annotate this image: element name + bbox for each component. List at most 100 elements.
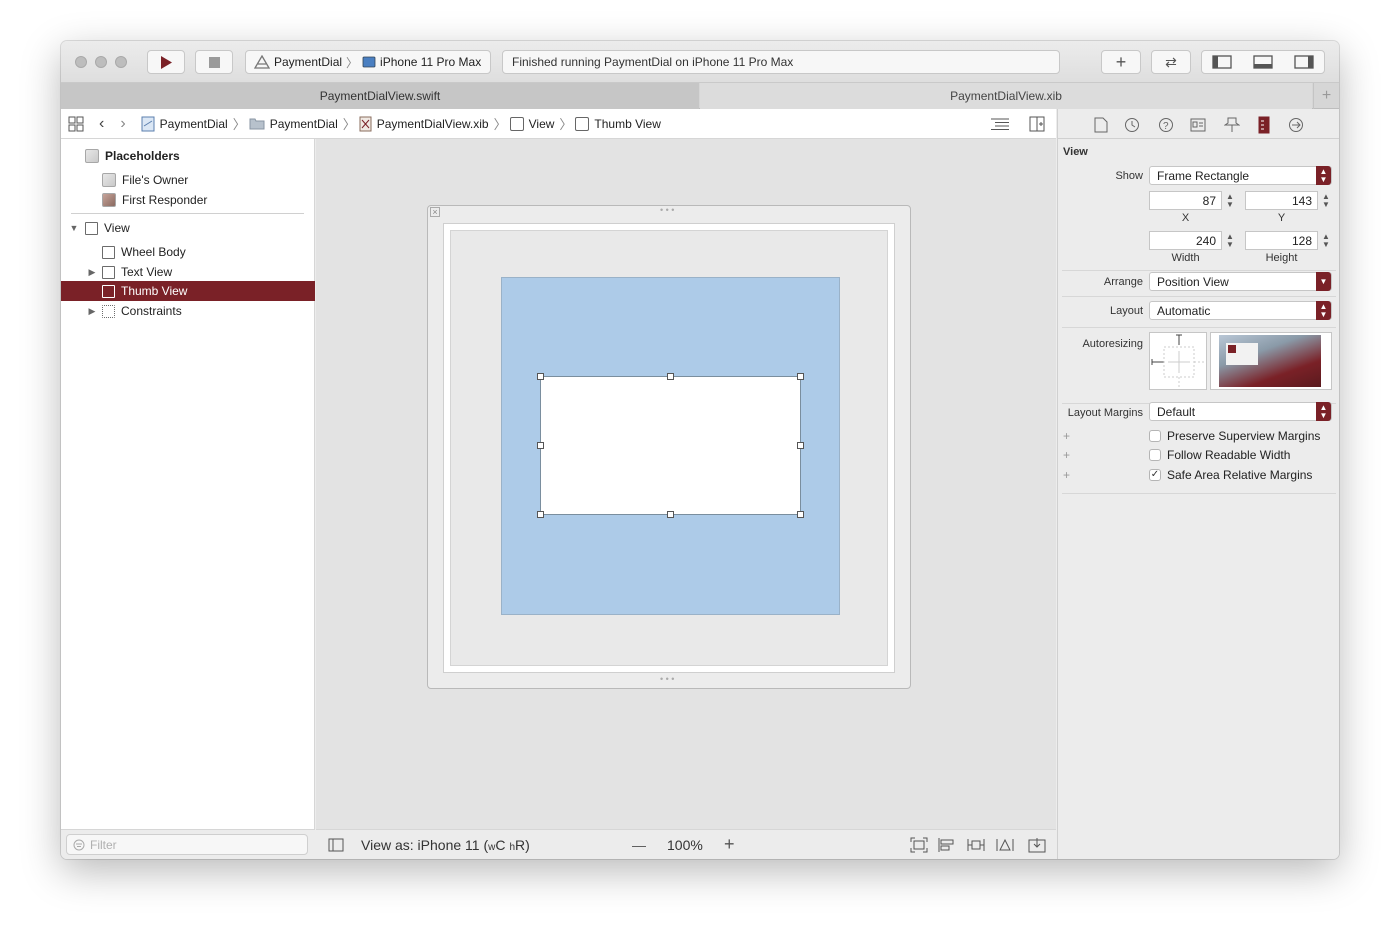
- close-window-button[interactable]: [75, 56, 87, 68]
- filter-field[interactable]: Filter: [66, 834, 308, 855]
- back-arrow-icon[interactable]: ‹: [99, 115, 104, 133]
- resize-handle-bottom-right[interactable]: [797, 511, 804, 518]
- files-owner-cube-icon: [102, 173, 116, 187]
- scene-container[interactable]: × • • • • • • ~~~: [427, 205, 911, 689]
- outline-first-responder[interactable]: First Responder: [61, 190, 315, 210]
- zoom-in-button[interactable]: +: [724, 834, 735, 855]
- wheel-body-view[interactable]: ~~~: [501, 277, 840, 615]
- disclosure-closed-icon[interactable]: ▶: [85, 267, 99, 278]
- outline-view[interactable]: ▼ View: [61, 218, 315, 238]
- view-as-label[interactable]: View as: iPhone 11 (wC hR): [361, 837, 530, 853]
- zoom-window-button[interactable]: [115, 56, 127, 68]
- outline-constraints[interactable]: ▶ Constraints: [61, 301, 315, 321]
- scheme-selector[interactable]: PaymentDial 〉 iPhone 11 Pro Max: [245, 50, 491, 74]
- related-items-icon[interactable]: [68, 116, 84, 132]
- resize-handle-top-right[interactable]: [797, 373, 804, 380]
- toolbar: PaymentDial 〉 iPhone 11 Pro Max Finished…: [61, 41, 1339, 83]
- forward-arrow-icon[interactable]: ›: [120, 115, 125, 133]
- breadcrumb-xib[interactable]: PaymentDialView.xib: [359, 116, 489, 132]
- autoresizing-preview-anchor: [1228, 345, 1236, 353]
- outline-thumb-view[interactable]: Thumb View: [61, 281, 315, 301]
- size-inspector-icon[interactable]: [1258, 116, 1270, 134]
- quick-help-icon[interactable]: ?: [1158, 117, 1174, 133]
- update-frames-icon[interactable]: [910, 837, 928, 853]
- interface-builder-canvas[interactable]: × • • • • • • ~~~: [316, 139, 1056, 829]
- layout-margins-popup[interactable]: Default ▲ ▼: [1149, 402, 1332, 421]
- x-stepper[interactable]: ▲ ▼: [1225, 191, 1235, 210]
- status-text: Finished running PaymentDial on iPhone 1…: [512, 55, 794, 69]
- embed-in-icon[interactable]: [1028, 837, 1046, 853]
- attributes-inspector-icon[interactable]: [1224, 117, 1240, 133]
- zoom-out-button[interactable]: —: [632, 837, 646, 853]
- outline-toggle-icon[interactable]: [328, 838, 344, 852]
- history-inspector-icon[interactable]: [1124, 117, 1140, 133]
- minimize-window-button[interactable]: [95, 56, 107, 68]
- width-stepper[interactable]: ▲ ▼: [1225, 231, 1235, 250]
- safe-area-relative-margins-checkbox[interactable]: ✓: [1149, 469, 1161, 481]
- run-button[interactable]: [147, 50, 185, 74]
- outline-text-view[interactable]: ▶ Text View: [61, 262, 315, 282]
- xib-file-icon: [359, 116, 372, 131]
- align-icon[interactable]: [938, 837, 956, 853]
- outline-files-owner[interactable]: File's Owner: [61, 170, 315, 190]
- root-view[interactable]: ~~~: [443, 223, 895, 673]
- x-label: X: [1181, 212, 1190, 224]
- breadcrumb-group[interactable]: PaymentDial: [249, 117, 338, 131]
- plus-icon: +: [1321, 87, 1332, 104]
- jump-bar: ‹ › PaymentDial 〉 PaymentDial 〉 PaymentD…: [61, 109, 1056, 139]
- bottom-panel-icon[interactable]: [1253, 55, 1273, 69]
- right-panel-icon[interactable]: [1293, 55, 1314, 69]
- play-icon: [161, 55, 172, 69]
- preserve-superview-margins-checkbox[interactable]: [1149, 430, 1161, 442]
- resize-handle-top-left[interactable]: [537, 373, 544, 380]
- pulldown-arrow-icon: ▼: [1316, 272, 1331, 291]
- add-variation-plus-icon[interactable]: +: [1063, 468, 1070, 482]
- show-popup[interactable]: Frame Rectangle ▲ ▼: [1149, 166, 1332, 185]
- resize-handle-bottom-left[interactable]: [537, 511, 544, 518]
- identity-inspector-icon[interactable]: [1190, 118, 1206, 132]
- new-tab-button[interactable]: +: [1313, 83, 1339, 109]
- resize-handle-right[interactable]: [797, 442, 804, 449]
- width-field[interactable]: 240: [1149, 231, 1222, 250]
- disclosure-open-icon[interactable]: ▼: [67, 223, 81, 233]
- document-items-icon[interactable]: [990, 117, 1010, 131]
- follow-readable-width-checkbox[interactable]: [1149, 449, 1161, 461]
- resize-handle-left[interactable]: [537, 442, 544, 449]
- tab-paymentdialview-swift[interactable]: PaymentDialView.swift: [61, 83, 699, 109]
- connections-inspector-icon[interactable]: [1288, 117, 1304, 133]
- y-field[interactable]: 143: [1245, 191, 1318, 210]
- stop-button[interactable]: [195, 50, 233, 74]
- file-inspector-icon[interactable]: [1094, 117, 1108, 133]
- height-stepper[interactable]: ▲ ▼: [1321, 231, 1331, 250]
- outline-wheel-body[interactable]: Wheel Body: [61, 242, 315, 262]
- breadcrumb-project[interactable]: PaymentDial: [141, 116, 228, 132]
- disclosure-closed-icon[interactable]: ▶: [85, 306, 99, 317]
- close-scene-icon[interactable]: ×: [430, 207, 440, 217]
- resolve-issues-icon[interactable]: [996, 837, 1014, 853]
- breadcrumb-view[interactable]: View: [509, 116, 554, 131]
- library-button[interactable]: +: [1101, 50, 1141, 74]
- tab-label: PaymentDialView.swift: [319, 89, 441, 103]
- arrange-popup[interactable]: Position View ▼: [1149, 272, 1332, 291]
- y-stepper[interactable]: ▲ ▼: [1321, 191, 1331, 210]
- tab-paymentdialview-xib[interactable]: PaymentDialView.xib: [700, 83, 1312, 109]
- view-as-prefix: View as: iPhone 11 (: [361, 836, 489, 853]
- add-variation-plus-icon[interactable]: +: [1063, 448, 1070, 462]
- add-editor-icon[interactable]: [1029, 116, 1045, 132]
- outline-placeholders[interactable]: Placeholders: [61, 146, 315, 166]
- height-field[interactable]: 128: [1245, 231, 1318, 250]
- x-field[interactable]: 87: [1149, 191, 1222, 210]
- add-variation-plus-icon[interactable]: +: [1063, 429, 1070, 443]
- resize-grip-bottom-icon[interactable]: • • •: [660, 674, 674, 684]
- breadcrumb-thumb-view[interactable]: Thumb View: [575, 116, 661, 131]
- left-panel-icon[interactable]: [1212, 55, 1232, 69]
- add-constraints-icon[interactable]: [967, 837, 985, 853]
- thumb-view[interactable]: [537, 373, 804, 518]
- resize-handle-bottom[interactable]: [667, 511, 674, 518]
- resize-handle-top[interactable]: [667, 373, 674, 380]
- layout-popup[interactable]: Automatic ▲ ▼: [1149, 301, 1332, 320]
- popup-arrows-icon: ▲ ▼: [1316, 166, 1331, 185]
- resize-grip-top-icon[interactable]: • • •: [660, 205, 674, 215]
- code-review-button[interactable]: ⇄: [1151, 50, 1191, 74]
- autoresizing-mask-editor[interactable]: [1149, 332, 1207, 390]
